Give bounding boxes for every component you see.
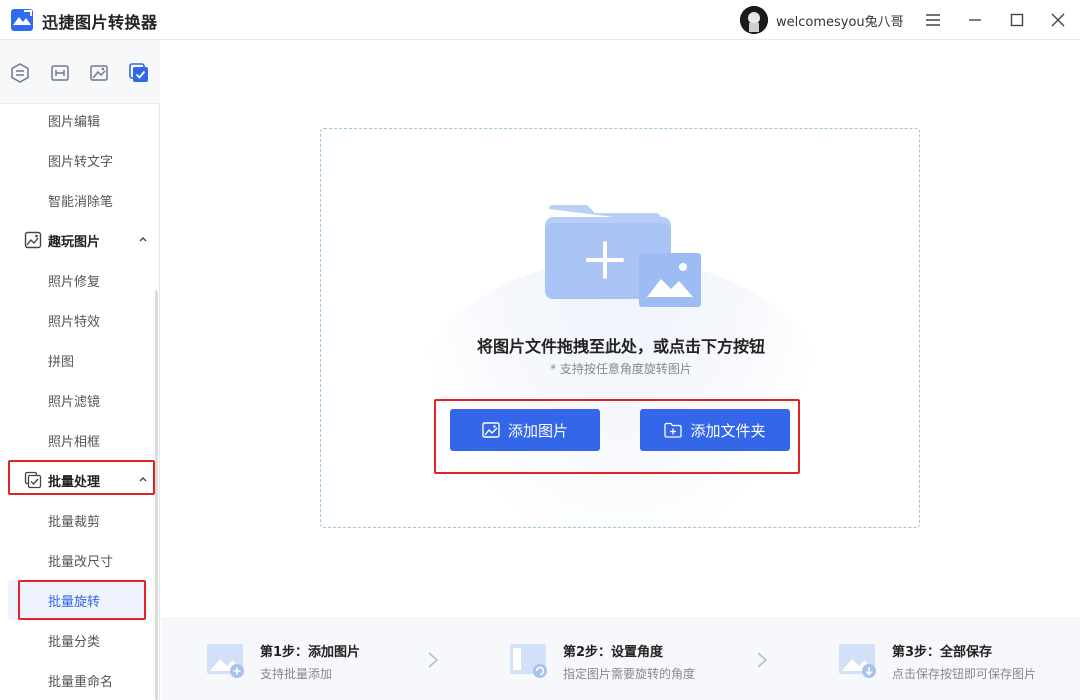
drop-zone-subtitle: * 支持按任意角度旋转图片 [550,362,692,376]
sidebar-item-batch-classify[interactable]: 批量分类 [48,631,100,650]
step-1-desc: 支持批量添加 [260,667,333,681]
image-tools-icon[interactable] [88,62,110,84]
app-logo-icon [11,9,33,31]
sidebar-item-batch-rename[interactable]: 批量重命名 [48,671,113,690]
maximize-button[interactable] [1007,10,1027,30]
app-title: 迅捷图片转换器 [42,13,158,32]
step-3-desc: 点击保存按钮即可保存图片 [892,667,1037,681]
chevron-right-icon [428,652,439,668]
drop-zone-title: 将图片文件拖拽至此处，或点击下方按钮 [476,337,765,356]
chevron-right-icon [757,652,768,668]
sidebar-item-batch-resize[interactable]: 批量改尺寸 [48,551,113,570]
close-button[interactable] [1048,10,1068,30]
image-icon [482,422,500,438]
sidebar-group-label: 趣玩图片 [48,234,101,250]
format-convert-icon[interactable] [9,62,31,84]
sidebar-item-photo-filter[interactable]: 照片滤镜 [48,391,100,410]
folder-add-icon [545,205,701,307]
step-3-title: 第3步：全部保存 [892,645,993,660]
step-rotate-icon [510,644,547,678]
avatar[interactable] [740,6,768,34]
image-edit-icon[interactable] [49,62,71,84]
title-bar: 迅捷图片转换器 welcomesyou兔八哥 [0,0,1080,40]
steps-footer: 第1步：添加图片 支持批量添加 第2步：设置角度 指定图片需要旋转的角度 第3步… [161,618,1080,700]
sidebar-item-image-edit[interactable]: 图片编辑 [48,111,100,130]
folder-plus-icon [664,422,683,438]
step-add-image-icon [207,644,244,678]
image-play-icon [24,231,42,249]
minimize-icon [969,19,981,21]
step-1-title: 第1步：添加图片 [260,645,361,660]
batch-process-tab-icon[interactable] [128,62,150,84]
sidebar-item-photo-repair[interactable]: 照片修复 [48,271,100,290]
menu-button[interactable] [923,10,943,30]
sidebar-item-photo-effects[interactable]: 照片特效 [48,311,100,330]
sidebar-tabs [0,40,160,104]
sidebar-item-smart-eraser[interactable]: 智能消除笔 [48,191,113,210]
username[interactable]: welcomesyou兔八哥 [776,11,904,30]
add-image-button[interactable]: 添加图片 [450,409,600,451]
menu-icon [926,14,940,26]
highlight-box-batch-rotate [18,580,146,620]
step-2-title: 第2步：设置角度 [563,645,664,660]
close-icon [1051,13,1065,27]
maximize-icon [1010,13,1024,27]
step-2-desc: 指定图片需要旋转的角度 [563,667,696,681]
highlight-box-batch-group [8,460,155,495]
step-save-icon [839,644,876,678]
sidebar-item-photo-frame[interactable]: 照片相框 [48,431,100,450]
minimize-button[interactable] [965,10,985,30]
sidebar-item-collage[interactable]: 拼图 [48,351,74,370]
add-folder-button[interactable]: 添加文件夹 [640,409,790,451]
sidebar-scrollbar[interactable] [155,290,158,700]
sidebar-item-batch-crop[interactable]: 批量裁剪 [48,511,100,530]
sidebar-item-image-to-text[interactable]: 图片转文字 [48,151,113,170]
add-image-label: 添加图片 [507,421,568,440]
sidebar-group-fun[interactable]: 趣玩图片 [24,228,154,252]
chevron-up-icon [139,237,147,242]
add-folder-label: 添加文件夹 [690,421,766,440]
